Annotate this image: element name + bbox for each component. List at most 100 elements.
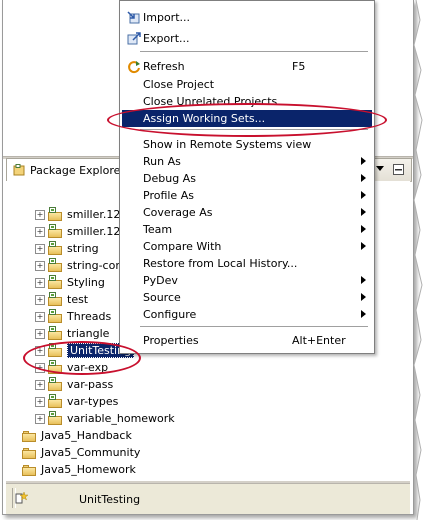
chevron-down-icon <box>376 166 384 171</box>
menu-item-configure[interactable]: Configure <box>122 306 372 323</box>
tree-item-label: string <box>67 242 99 255</box>
tree-item-label: Styling <box>67 276 105 289</box>
submenu-arrow-icon <box>361 225 366 233</box>
java-project-icon <box>48 376 63 391</box>
tree-item-project[interactable]: + variable_homework <box>35 410 175 427</box>
menu-item-label: Run As <box>143 155 181 168</box>
menu-item-label: Restore from Local History... <box>143 257 298 270</box>
menu-item-label: Refresh <box>143 60 185 73</box>
tree-item-label: triangle <box>67 327 110 340</box>
menu-item-profile-as[interactable]: Profile As <box>122 187 372 204</box>
menu-item-shortcut: F5 <box>292 60 306 73</box>
minimize-button[interactable] <box>391 162 405 176</box>
minimize-icon <box>392 163 404 175</box>
expand-toggle[interactable]: + <box>35 379 45 390</box>
refresh-icon <box>126 59 142 74</box>
menu-item-coverage-as[interactable]: Coverage As <box>122 204 372 221</box>
menu-item-refresh[interactable]: Refresh F5 <box>122 58 372 75</box>
tree-item-project[interactable]: + test <box>35 291 88 308</box>
java-project-icon <box>48 240 63 255</box>
submenu-arrow-icon <box>361 276 366 284</box>
expand-toggle[interactable]: + <box>35 209 45 220</box>
menu-item-label: Properties <box>143 334 199 347</box>
menu-item-label: Import... <box>143 11 190 24</box>
context-menu: Import... Export... Refresh F5 Close Project… <box>119 0 375 354</box>
expand-toggle[interactable]: + <box>35 260 45 271</box>
pydev-project-icon <box>48 291 63 306</box>
status-text: UnitTesting <box>79 493 141 506</box>
expand-toggle[interactable]: + <box>35 311 45 322</box>
submenu-arrow-icon <box>361 208 366 216</box>
expand-toggle[interactable]: + <box>35 413 45 424</box>
expand-toggle[interactable]: + <box>35 396 45 407</box>
submenu-arrow-icon <box>361 174 366 182</box>
expand-toggle[interactable]: + <box>35 294 45 305</box>
tree-item-working-set[interactable]: Java5_Community <box>22 444 140 461</box>
tree-item-project[interactable]: + triangle <box>35 325 109 342</box>
expand-toggle[interactable]: + <box>35 243 45 254</box>
tree-item-label: string-cor <box>67 259 120 272</box>
annotation-ring-menu <box>107 103 387 137</box>
submenu-arrow-icon <box>361 242 366 250</box>
tab-label: Package Explorer <box>30 163 125 177</box>
view-toolbar <box>373 162 405 176</box>
tree-item-working-set[interactable]: Java5_Homework <box>22 461 136 478</box>
menu-item-team[interactable]: Team <box>122 221 372 238</box>
menu-separator <box>140 51 368 53</box>
pydev-project-icon <box>48 206 63 221</box>
tree-item-label: Java5_Community <box>41 446 141 459</box>
expand-toggle[interactable]: + <box>35 328 45 339</box>
eclipse-window: Package Explorer + smiller.12V + smiller.12… <box>2 0 414 515</box>
java-project-icon <box>48 274 63 289</box>
view-menu-button[interactable] <box>373 162 387 176</box>
menu-item-label: Coverage As <box>143 206 213 219</box>
tree-item-project[interactable]: + Threads <box>35 308 111 325</box>
menu-item-run-as[interactable]: Run As <box>122 153 372 170</box>
tree-item-label: Java5_Handback <box>41 429 132 442</box>
menu-item-label: Show in Remote Systems view <box>143 138 312 151</box>
submenu-arrow-icon <box>361 310 366 318</box>
menu-item-label: Source <box>143 291 181 304</box>
expand-toggle[interactable]: + <box>35 277 45 288</box>
menu-item-properties[interactable]: Properties Alt+Enter <box>122 332 372 349</box>
submenu-arrow-icon <box>361 191 366 199</box>
menu-item-import[interactable]: Import... <box>122 9 372 26</box>
tree-item-working-set[interactable]: Java5_Handback <box>22 427 132 444</box>
tree-item-project[interactable]: + Styling <box>35 274 105 291</box>
annotation-ring-tree <box>23 341 141 375</box>
menu-item-close-project[interactable]: Close Project <box>122 76 372 93</box>
tree-item-project[interactable]: + smiller.12V <box>35 223 128 240</box>
working-set-folder-icon <box>22 464 37 476</box>
package-explorer-icon <box>13 164 25 176</box>
import-icon <box>126 10 142 25</box>
menu-item-export[interactable]: Export... <box>122 30 372 47</box>
tree-item-label: var-pass <box>67 378 114 391</box>
java-project-icon <box>48 393 63 408</box>
tree-item-label: Threads <box>67 310 112 323</box>
tree-item-label: test <box>67 293 89 306</box>
tree-item-label: var-types <box>67 395 119 408</box>
tree-item-project[interactable]: + var-types <box>35 393 118 410</box>
tab-package-explorer[interactable]: Package Explorer <box>7 159 136 181</box>
pydev-project-icon <box>48 223 63 238</box>
status-bar: UnitTesting <box>6 483 410 514</box>
tree-item-project[interactable]: + string <box>35 240 99 257</box>
submenu-arrow-icon <box>361 157 366 165</box>
menu-item-compare-with[interactable]: Compare With <box>122 238 372 255</box>
menu-item-label: Compare With <box>143 240 222 253</box>
menu-separator <box>140 326 368 328</box>
menu-item-show-in-remote-systems-view[interactable]: Show in Remote Systems view <box>122 136 372 153</box>
tree-item-project[interactable]: + var-pass <box>35 376 113 393</box>
menu-item-restore-from-local-history[interactable]: Restore from Local History... <box>122 255 372 272</box>
tree-item-project[interactable]: + string-cor <box>35 257 120 274</box>
tree-item-label: Java5_Homework <box>41 463 136 476</box>
menu-item-source[interactable]: Source <box>122 289 372 306</box>
java-project-icon <box>48 308 63 323</box>
java-project-icon <box>48 410 63 425</box>
java-project-icon <box>48 257 63 272</box>
menu-item-label: Close Project <box>143 78 215 91</box>
expand-toggle[interactable]: + <box>35 226 45 237</box>
menu-item-debug-as[interactable]: Debug As <box>122 170 372 187</box>
menu-item-pydev[interactable]: PyDev <box>122 272 372 289</box>
tree-item-project[interactable]: + smiller.12V <box>35 206 128 223</box>
